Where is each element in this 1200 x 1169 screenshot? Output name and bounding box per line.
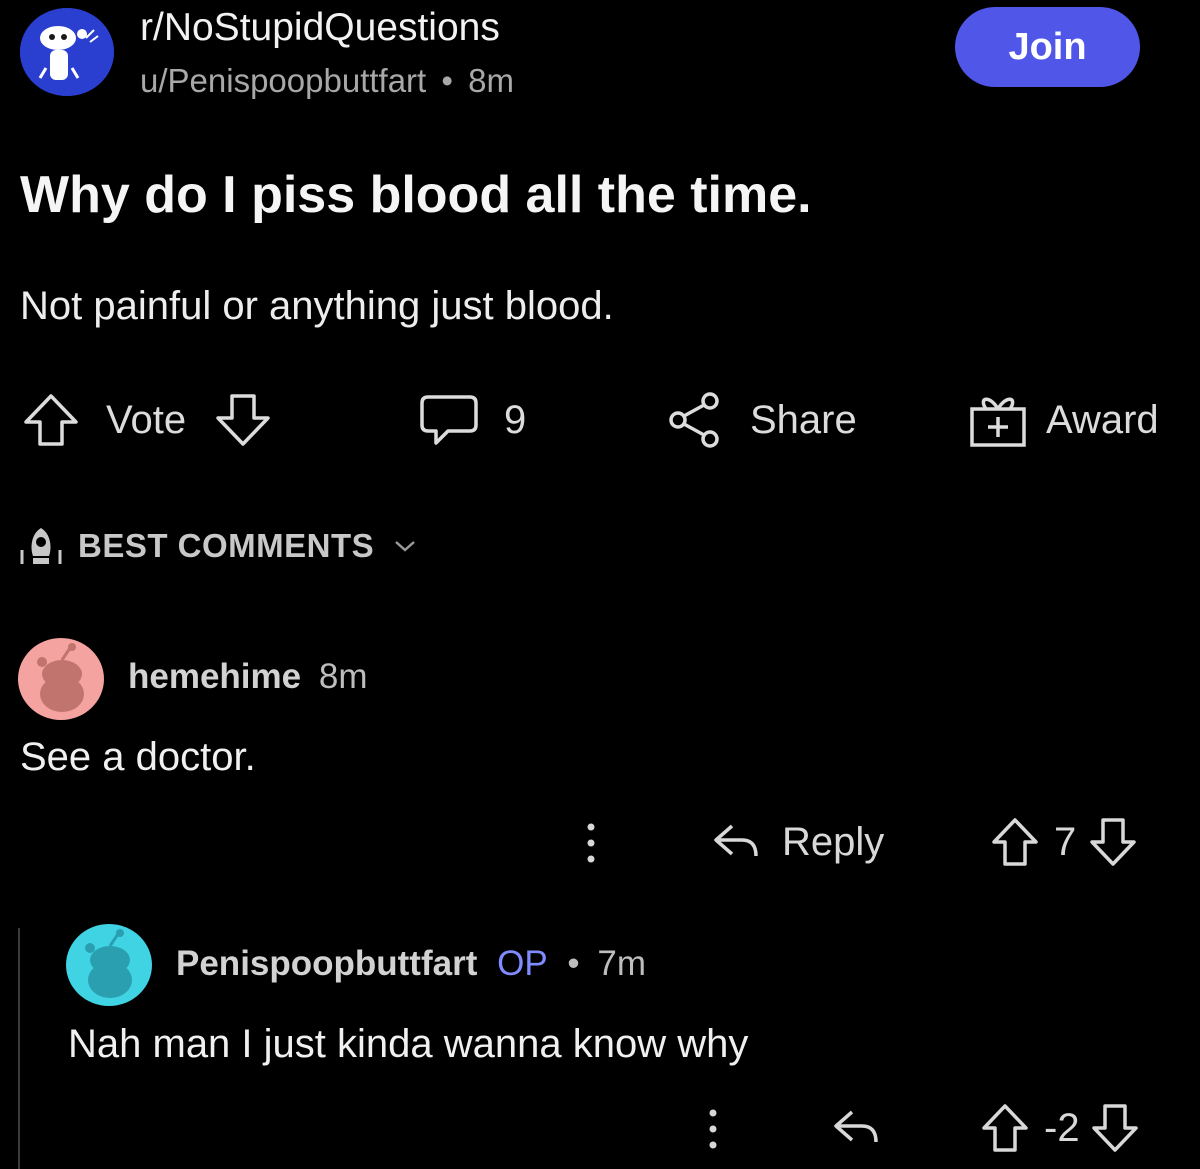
comment-username[interactable]: hemehime — [128, 657, 301, 696]
reply-separator: • — [567, 944, 580, 983]
post-age: 8m — [468, 62, 514, 99]
reply-age: 7m — [597, 944, 647, 983]
award-button[interactable]: Award — [968, 388, 1159, 452]
share-button[interactable]: Share — [666, 388, 857, 452]
reply-arrow-icon — [830, 1102, 882, 1154]
upvote-icon[interactable] — [22, 392, 80, 448]
share-label: Share — [750, 397, 857, 442]
vote-label: Vote — [106, 397, 187, 442]
reply-label: Reply — [782, 819, 885, 864]
reply-more-button[interactable] — [696, 1104, 730, 1154]
reply-score: -2 — [1044, 1105, 1080, 1150]
downvote-icon[interactable] — [214, 392, 272, 448]
share-icon — [666, 391, 724, 449]
award-gift-icon — [968, 391, 1028, 449]
reply-meta: Penispoopbuttfart OP • 7m — [176, 944, 646, 984]
upvote-icon[interactable] — [990, 816, 1040, 868]
reply-username[interactable]: Penispoopbuttfart — [176, 944, 477, 983]
subreddit-name[interactable]: r/NoStupidQuestions — [140, 6, 500, 50]
chevron-down-icon — [394, 539, 416, 553]
comments-button[interactable]: 9 — [418, 388, 526, 452]
join-button[interactable]: Join — [955, 7, 1140, 87]
comment-score: 7 — [1054, 819, 1077, 864]
comment-meta: hemehime 8m — [128, 657, 367, 697]
comment-vote-control: 7 — [990, 816, 1138, 868]
comment-text: See a doctor. — [20, 735, 256, 779]
subreddit-avatar[interactable] — [20, 8, 114, 96]
upvote-icon[interactable] — [980, 1102, 1030, 1154]
comment-count: 9 — [504, 397, 527, 442]
post-title: Why do I piss blood all the time. — [20, 166, 812, 224]
sort-label: BEST COMMENTS — [78, 527, 375, 564]
reply-vote-control: -2 — [980, 1102, 1140, 1154]
comment-age: 8m — [318, 657, 368, 696]
comment-more-button[interactable] — [574, 818, 608, 868]
rocket-icon — [18, 524, 64, 568]
award-label: Award — [1046, 397, 1159, 442]
post-meta: u/Penispoopbuttfart • 8m — [140, 62, 514, 100]
more-vertical-icon — [696, 1104, 730, 1154]
comment-sort-dropdown[interactable]: BEST COMMENTS — [18, 524, 416, 568]
reply-reply-button[interactable] — [830, 1102, 882, 1154]
comment-icon — [418, 391, 480, 449]
reply-button[interactable]: Reply — [710, 816, 884, 868]
vote-control: Vote — [22, 388, 272, 452]
downvote-icon[interactable] — [1090, 1102, 1140, 1154]
op-badge: OP — [497, 944, 548, 983]
reply-arrow-icon — [710, 816, 762, 868]
reply-avatar[interactable] — [66, 924, 152, 1006]
post-author[interactable]: u/Penispoopbuttfart — [140, 62, 426, 99]
reddit-post-screen: r/NoStupidQuestions u/Penispoopbuttfart … — [0, 0, 1200, 1169]
meta-separator: • — [441, 62, 453, 99]
reply-text: Nah man I just kinda wanna know why — [68, 1022, 749, 1066]
more-vertical-icon — [574, 818, 608, 868]
thread-line[interactable] — [18, 928, 20, 1169]
post-body: Not painful or anything just blood. — [20, 284, 614, 328]
downvote-icon[interactable] — [1088, 816, 1138, 868]
comment-avatar[interactable] — [18, 638, 104, 720]
